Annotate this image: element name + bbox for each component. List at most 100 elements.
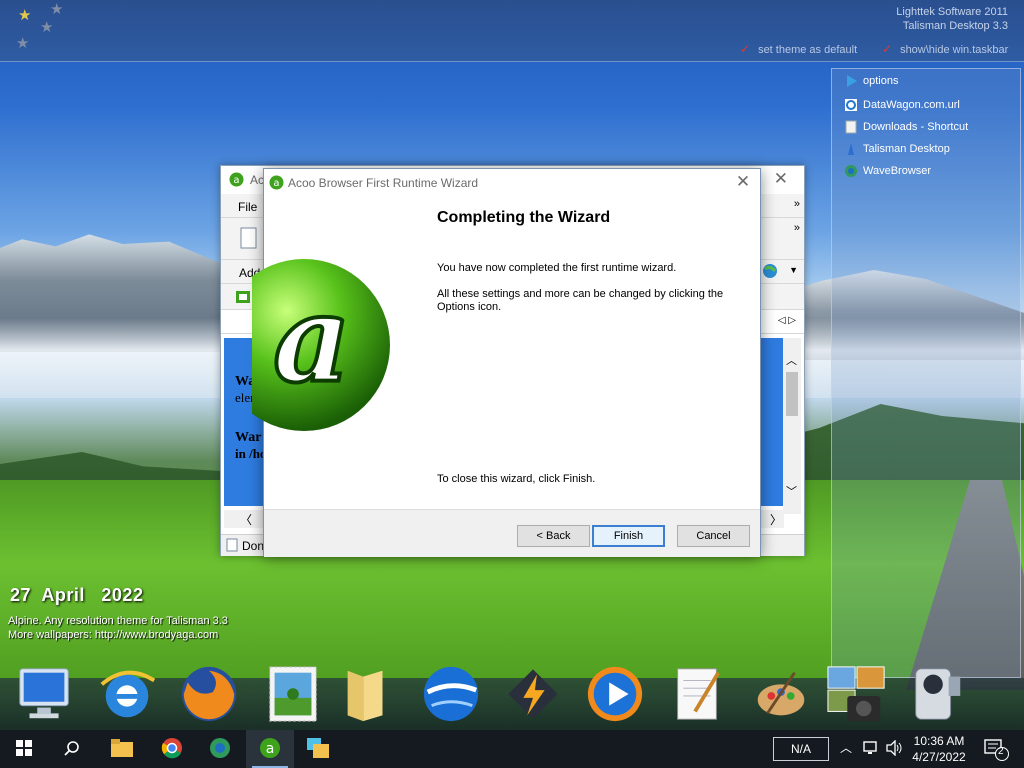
scroll-up-icon[interactable]: ︿ (786, 352, 797, 368)
theme-description: Alpine. Any resolution theme for Talisma… (8, 615, 228, 627)
google-earth-icon[interactable] (420, 662, 482, 726)
credit-line-2: Talisman Desktop 3.3 (902, 20, 1008, 32)
play-icon (844, 74, 858, 88)
winamp-icon[interactable] (502, 662, 564, 726)
tab-scroll-icon[interactable]: ◁ ▷ (778, 315, 796, 326)
folder-icon[interactable] (336, 662, 398, 726)
file-icon (844, 120, 858, 134)
media-player-icon[interactable] (584, 662, 646, 726)
search-button[interactable] (48, 730, 96, 768)
mail-stamp-icon[interactable] (262, 662, 324, 726)
talisman-top-bar: ★ ★ ★ ★ Lighttek Software 2011 Talisman … (0, 0, 1024, 62)
side-item-downloads[interactable]: Downloads - Shortcut (844, 118, 968, 136)
volume-icon[interactable] (885, 739, 903, 759)
clock-date: 4/27/2022 (912, 750, 966, 764)
camcorder-icon[interactable] (906, 662, 968, 726)
taskbar-talisman[interactable] (294, 730, 342, 768)
scroll-right-icon[interactable]: 〉 (770, 511, 782, 528)
wizard-footer: < Back Finish Cancel (264, 509, 760, 557)
taskbar-chrome[interactable] (148, 730, 196, 768)
desktop-date: 27 April 2022 (10, 585, 144, 605)
cancel-button[interactable]: Cancel (677, 525, 750, 547)
wizard-text-options: All these settings and more can be chang… (437, 288, 724, 313)
wizard-heading: Completing the Wizard (437, 209, 611, 226)
svg-text:a: a (273, 269, 351, 410)
side-item-talisman[interactable]: Talisman Desktop (844, 140, 950, 158)
svg-text:a: a (266, 741, 275, 757)
scroll-down-icon[interactable]: ﹀ (786, 483, 797, 499)
acoo-icon: a (229, 172, 244, 190)
back-button[interactable]: < Back (517, 525, 590, 547)
vertical-scrollbar[interactable]: ︿ ﹀ (783, 338, 801, 514)
first-runtime-wizard[interactable]: a Acoo Browser First Runtime Wizard ✕ a … (252, 168, 761, 557)
clock-time: 10:36 AM (913, 734, 965, 748)
plugin-icon[interactable] (235, 290, 251, 307)
na-indicator[interactable]: N/A (773, 737, 829, 761)
ie-icon (844, 98, 858, 112)
check-icon: ✓ (740, 42, 751, 56)
star-icon: ★ (40, 19, 54, 36)
wavebrowser-icon (844, 164, 858, 178)
chrome-icon (161, 737, 183, 762)
wizard-title: Acoo Browser First Runtime Wizard (288, 176, 479, 190)
status-text: Don (242, 539, 265, 553)
toggle-taskbar-link[interactable]: ✓ show\hide win.taskbar (882, 42, 1008, 56)
my-computer-icon[interactable] (14, 662, 76, 726)
warning-text-2: War in /ho (235, 430, 267, 461)
notepad-icon[interactable] (666, 662, 728, 726)
talisman-side-panel: options DataWagon.com.url Downloads - Sh… (831, 68, 1021, 678)
star-icon: ★ (18, 7, 32, 24)
chevron-right-icon[interactable]: » (794, 198, 800, 210)
browser-title: Ac (250, 173, 265, 187)
side-item-options[interactable]: options (844, 72, 898, 90)
system-clock[interactable]: 10:36 AM 4/27/2022 (908, 733, 970, 765)
svg-text:a: a (273, 178, 279, 189)
windows-logo-icon (16, 739, 32, 759)
globe-icon[interactable] (762, 263, 778, 282)
notification-count: 2 (998, 746, 1004, 757)
scroll-thumb[interactable] (786, 372, 798, 416)
wavebrowser-icon (209, 737, 231, 762)
wizard-text-close: To close this wizard, click Finish. (437, 473, 596, 485)
internet-explorer-icon[interactable] (96, 662, 158, 726)
chevron-right-icon[interactable]: » (794, 222, 800, 234)
wizard-text-completed: You have now completed the first runtime… (437, 262, 677, 274)
acoo-icon: a (269, 175, 284, 193)
search-icon (64, 740, 80, 759)
menu-file[interactable]: File (238, 200, 257, 214)
taskbar-wavebrowser[interactable] (196, 730, 244, 768)
credit-line-1: Lighttek Software 2011 (896, 6, 1008, 18)
close-icon[interactable]: ✕ (734, 172, 752, 192)
star-icon: ★ (50, 1, 64, 18)
chevron-up-icon[interactable]: ︿ (840, 739, 852, 756)
side-item-datawagon[interactable]: DataWagon.com.url (844, 96, 960, 114)
photos-icon[interactable] (826, 662, 888, 726)
finish-button[interactable]: Finish (592, 525, 665, 547)
check-icon: ✓ (882, 42, 893, 56)
close-icon[interactable]: ✕ (774, 169, 788, 189)
svg-text:a: a (233, 175, 239, 186)
talisman-icon (307, 737, 329, 761)
scroll-left-icon[interactable]: 〈 (240, 511, 252, 528)
firefox-icon[interactable] (178, 662, 240, 726)
side-item-wavebrowser[interactable]: WaveBrowser (844, 162, 931, 180)
start-button[interactable] (0, 730, 48, 768)
talisman-icon (844, 142, 858, 156)
wallpaper-link: More wallpapers: http://www.brodyaga.com (8, 629, 219, 641)
talisman-credit: Lighttek Software 2011 Talisman Desktop … (896, 5, 1008, 33)
page-icon (225, 538, 239, 555)
chevron-down-icon[interactable]: ▼ (789, 265, 798, 275)
new-page-icon[interactable] (239, 226, 259, 253)
stars-logo: ★ ★ ★ ★ (10, 0, 70, 58)
network-icon[interactable] (863, 740, 879, 759)
paint-palette-icon[interactable] (750, 662, 812, 726)
wizard-titlebar[interactable]: a Acoo Browser First Runtime Wizard ✕ (264, 169, 760, 196)
taskbar-acoo-browser[interactable]: a (246, 730, 294, 768)
notification-center-icon[interactable]: 2 (984, 739, 1010, 764)
taskbar-file-explorer[interactable] (98, 730, 146, 768)
acoo-icon: a (259, 737, 281, 762)
star-icon: ★ (16, 35, 30, 52)
windows-taskbar: a N/A ︿ 10:36 AM 4/27/2022 2 (0, 730, 1024, 768)
acoo-logo-icon: a (252, 256, 392, 434)
set-theme-link[interactable]: ✓ set theme as default (740, 42, 857, 56)
